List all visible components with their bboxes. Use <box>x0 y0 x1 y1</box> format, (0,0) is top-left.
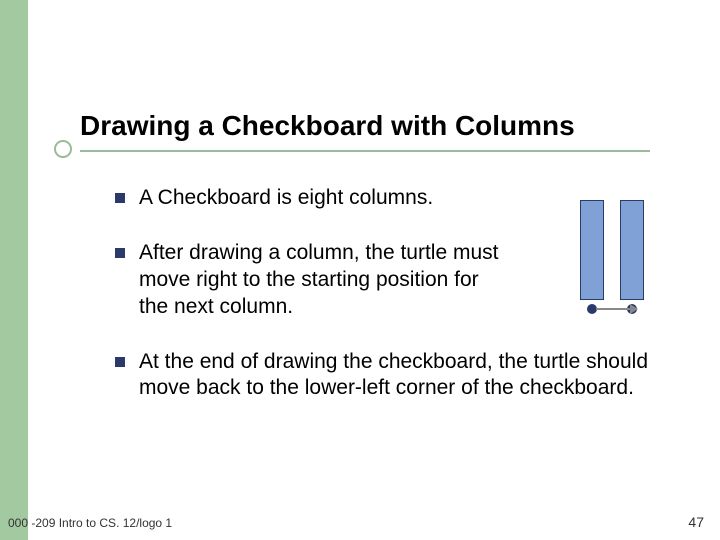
footer-course-info: 000 -209 Intro to CS. 12/logo 1 <box>8 516 172 530</box>
columns-diagram <box>580 200 660 330</box>
title-decorative-circle <box>54 140 72 158</box>
list-item-text: After drawing a column, the turtle must … <box>139 240 509 321</box>
list-item-text: At the end of drawing the checkboard, th… <box>139 349 655 403</box>
list-item: At the end of drawing the checkboard, th… <box>115 349 655 403</box>
arrow-shaft <box>596 308 632 310</box>
sidebar-accent <box>0 0 28 540</box>
slide-title: Drawing a Checkboard with Columns <box>80 110 575 142</box>
column-rect <box>580 200 604 300</box>
column-rect <box>620 200 644 300</box>
list-item: After drawing a column, the turtle must … <box>115 240 655 321</box>
square-bullet-icon <box>115 248 125 258</box>
list-item-text: A Checkboard is eight columns. <box>139 185 433 212</box>
slide: Drawing a Checkboard with Columns A Chec… <box>0 0 720 540</box>
list-item: A Checkboard is eight columns. <box>115 185 655 212</box>
slide-number: 47 <box>688 514 704 530</box>
arrow-right-icon <box>630 304 638 314</box>
square-bullet-icon <box>115 193 125 203</box>
bullet-list: A Checkboard is eight columns. After dra… <box>115 185 655 430</box>
square-bullet-icon <box>115 357 125 367</box>
title-underline <box>80 150 650 152</box>
